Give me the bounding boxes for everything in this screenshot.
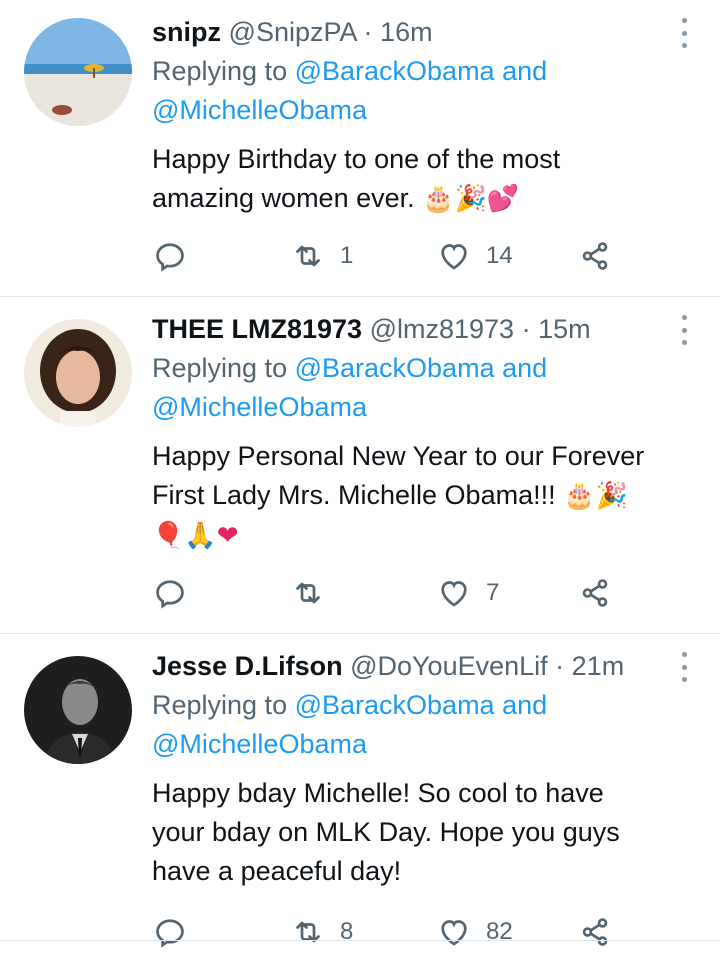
share-icon [582,242,608,270]
tweet-text-line: have a peaceful day! [152,856,402,886]
timestamp[interactable]: 16m [380,17,433,47]
mention-link[interactable]: @BarackObama [295,690,495,720]
heart-icon [441,244,467,270]
reply-icon [156,919,184,948]
tweet-text-line: your bday on MLK Day. Hope you guys [152,817,620,847]
heart-icon [441,920,467,946]
separator: · [363,17,373,47]
replying-to: Replying to @BarackObama and @MichelleOb… [152,52,690,130]
reply-icon [156,580,184,609]
action-bar: 7 [152,573,622,613]
tweet-text-line: amazing women ever. [152,183,415,213]
tweet-text-line: Happy Personal New Year to our Forever [152,441,645,471]
retweet-button[interactable] [290,573,340,613]
retweet-button[interactable]: 8 [290,912,353,952]
mention-link[interactable]: @BarackObama [295,353,495,383]
emoji-group: 🎈🙏❤ [152,521,239,551]
retweet-icon [296,921,320,943]
mention-link[interactable]: @MichelleObama [152,729,367,759]
action-bar: 8 82 [152,912,622,952]
tweet-text: Happy bday Michelle! So cool to have you… [152,774,690,891]
display-name[interactable]: snipz [152,17,221,47]
share-button[interactable] [577,236,613,276]
retweet-button[interactable]: 1 [290,236,353,276]
tweet-header: Jesse D.Lifson @DoYouEvenLif · 21m [152,646,660,686]
tweet-text: Happy Birthday to one of the most amazin… [152,140,690,219]
tweet-header: snipz @SnipzPA · 16m [152,12,660,52]
replying-and[interactable]: and [495,56,547,86]
like-count: 14 [486,242,513,269]
retweet-count: 8 [340,918,354,945]
mention-link[interactable]: @MichelleObama [152,392,367,422]
retweet-count: 1 [340,242,354,269]
replying-and[interactable]: and [495,690,547,720]
heart-icon [441,581,467,607]
retweet-icon [296,245,320,267]
avatar[interactable] [24,656,132,764]
mention-link[interactable]: @BarackObama [295,56,495,86]
tweet-1[interactable]: snipz @SnipzPA · 16m Replying to @Barack… [0,0,720,296]
reply-button[interactable] [152,236,202,276]
avatar[interactable] [24,18,132,126]
like-count: 7 [486,579,500,606]
replying-prefix: Replying to [152,353,295,383]
display-name[interactable]: THEE LMZ81973 [152,314,362,344]
like-count: 82 [486,918,513,945]
tweet-text: Happy Personal New Year to our Forever F… [152,437,690,556]
action-bar: 1 14 [152,236,622,276]
replying-to: Replying to @BarackObama and @MichelleOb… [152,349,690,427]
more-vertical-icon[interactable] [676,315,692,345]
replying-prefix: Replying to [152,56,295,86]
tweet-text-line: Happy Birthday to one of the most [152,144,561,174]
display-name[interactable]: Jesse D.Lifson [152,651,343,681]
separator: · [521,314,531,344]
share-button[interactable] [577,912,613,952]
tweet-3[interactable]: Jesse D.Lifson @DoYouEvenLif · 21m Reply… [0,634,720,964]
separator: · [555,651,565,681]
user-handle[interactable]: @lmz81973 [370,314,514,344]
replying-to: Replying to @BarackObama and @MichelleOb… [152,686,690,764]
replying-prefix: Replying to [152,690,295,720]
reply-icon [156,243,184,272]
tweet-text-line: Happy bday Michelle! So cool to have [152,778,604,808]
reply-button[interactable] [152,912,202,952]
tweet-header: THEE LMZ81973 @lmz81973 · 15m [152,309,660,349]
timestamp[interactable]: 21m [572,651,625,681]
share-button[interactable] [577,573,613,613]
mention-link[interactable]: @MichelleObama [152,95,367,125]
like-button[interactable]: 82 [436,912,513,952]
emoji-group: 🎂🎉💕 [422,184,520,214]
timestamp[interactable]: 15m [538,314,591,344]
replying-and[interactable]: and [495,353,547,383]
more-vertical-icon[interactable] [676,652,692,682]
reply-button[interactable] [152,573,202,613]
tweet-2[interactable]: THEE LMZ81973 @lmz81973 · 15m Replying t… [0,297,720,633]
user-handle[interactable]: @DoYouEvenLif [350,651,548,681]
share-icon [582,579,608,607]
like-button[interactable]: 14 [436,236,513,276]
avatar[interactable] [24,319,132,427]
share-icon [582,918,608,946]
like-button[interactable]: 7 [436,573,499,613]
more-vertical-icon[interactable] [676,18,692,48]
retweet-icon [296,582,320,604]
divider [0,940,720,941]
user-handle[interactable]: @SnipzPA [229,17,356,47]
tweet-text-line: First Lady Mrs. Michelle Obama!!! [152,480,556,510]
emoji-group: 🎂🎉 [563,481,628,511]
